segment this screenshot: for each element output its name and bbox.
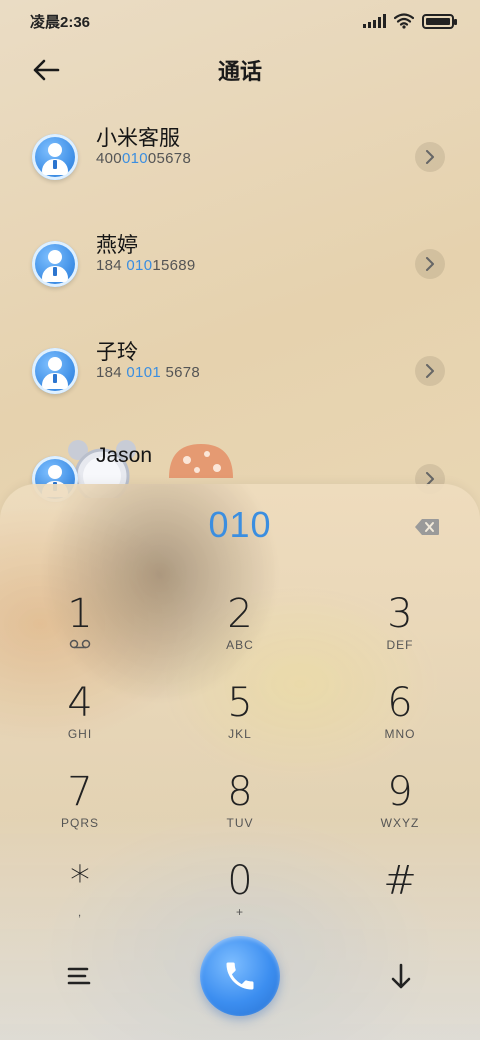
key-1[interactable]: 1: [20, 592, 140, 672]
contact-number: 184 01015689: [96, 257, 196, 274]
battery-icon: [422, 13, 457, 29]
key-star[interactable]: * ,: [20, 859, 140, 939]
key-digit: #: [383, 858, 417, 904]
contact-detail-button[interactable]: [415, 249, 445, 279]
key-3[interactable]: 3 DEF: [340, 592, 460, 672]
menu-icon[interactable]: [66, 964, 92, 988]
key-digit: 8: [227, 769, 253, 815]
key-0[interactable]: 0 +: [180, 859, 300, 939]
chevron-right-icon: [426, 257, 434, 271]
key-digit: *: [70, 858, 90, 904]
collapse-dialpad-icon[interactable]: [388, 962, 414, 992]
bottom-action-bar: [0, 936, 480, 1016]
key-letters: GHI: [67, 727, 93, 741]
key-9[interactable]: 9 WXYZ: [340, 770, 460, 850]
key-6[interactable]: 6 MNO: [340, 681, 460, 761]
key-digit: 6: [387, 680, 413, 726]
contact-detail-button[interactable]: [415, 356, 445, 386]
key-letters: +: [235, 905, 244, 919]
key-4[interactable]: 4 GHI: [20, 681, 140, 761]
key-2[interactable]: 2 ABC: [180, 592, 300, 672]
key-hash[interactable]: #: [340, 859, 460, 939]
chevron-right-icon: [426, 364, 434, 378]
key-8[interactable]: 8 TUV: [180, 770, 300, 850]
avatar: [32, 348, 78, 394]
contact-number: 40001005678: [96, 150, 192, 167]
page-title: 通话: [217, 59, 262, 84]
status-time: 凌晨2:36: [30, 13, 91, 31]
contact-item[interactable]: 小米客服 40001005678: [0, 127, 480, 240]
key-digit: 3: [387, 591, 413, 637]
key-digit: 0: [227, 858, 253, 904]
contact-number: 184 0101 5678: [96, 364, 201, 381]
avatar: [32, 134, 78, 180]
status-icons: [363, 13, 457, 29]
key-letters: ABC: [226, 638, 254, 652]
key-digit: 2: [227, 591, 253, 637]
key-letters: TUV: [226, 816, 254, 830]
key-letters: DEF: [386, 638, 414, 652]
call-button[interactable]: [200, 936, 280, 1016]
key-letters: ,: [77, 905, 83, 919]
key-digit: 4: [67, 680, 93, 726]
contact-item[interactable]: 燕婷 184 01015689: [0, 234, 480, 347]
back-arrow-icon[interactable]: [30, 56, 62, 84]
header: 通话: [0, 44, 480, 96]
contact-name: 小米客服: [96, 127, 180, 150]
key-letters: JKL: [228, 727, 252, 741]
status-bar: 凌晨2:36: [0, 0, 480, 42]
key-letters: PQRS: [60, 816, 99, 830]
voicemail-icon: [69, 639, 91, 649]
contact-name: 燕婷: [96, 234, 138, 257]
key-digit: 9: [387, 769, 413, 815]
contact-name: Jason: [96, 444, 153, 467]
key-5[interactable]: 5 JKL: [180, 681, 300, 761]
wifi-icon: [394, 13, 414, 29]
key-digit: 5: [227, 680, 253, 726]
phone-icon: [226, 962, 254, 990]
key-7[interactable]: 7 PQRS: [20, 770, 140, 850]
key-digit: 1: [67, 591, 93, 637]
contact-name: 子玲: [96, 341, 138, 364]
chevron-right-icon: [426, 150, 434, 164]
avatar: [32, 241, 78, 287]
backspace-icon[interactable]: [414, 518, 440, 536]
key-digit: 7: [67, 769, 93, 815]
signal-icon: [363, 14, 386, 28]
key-letters: WXYZ: [380, 816, 420, 830]
contact-detail-button[interactable]: [415, 142, 445, 172]
key-letters: MNO: [384, 727, 416, 741]
dialed-number[interactable]: 010: [0, 504, 480, 546]
